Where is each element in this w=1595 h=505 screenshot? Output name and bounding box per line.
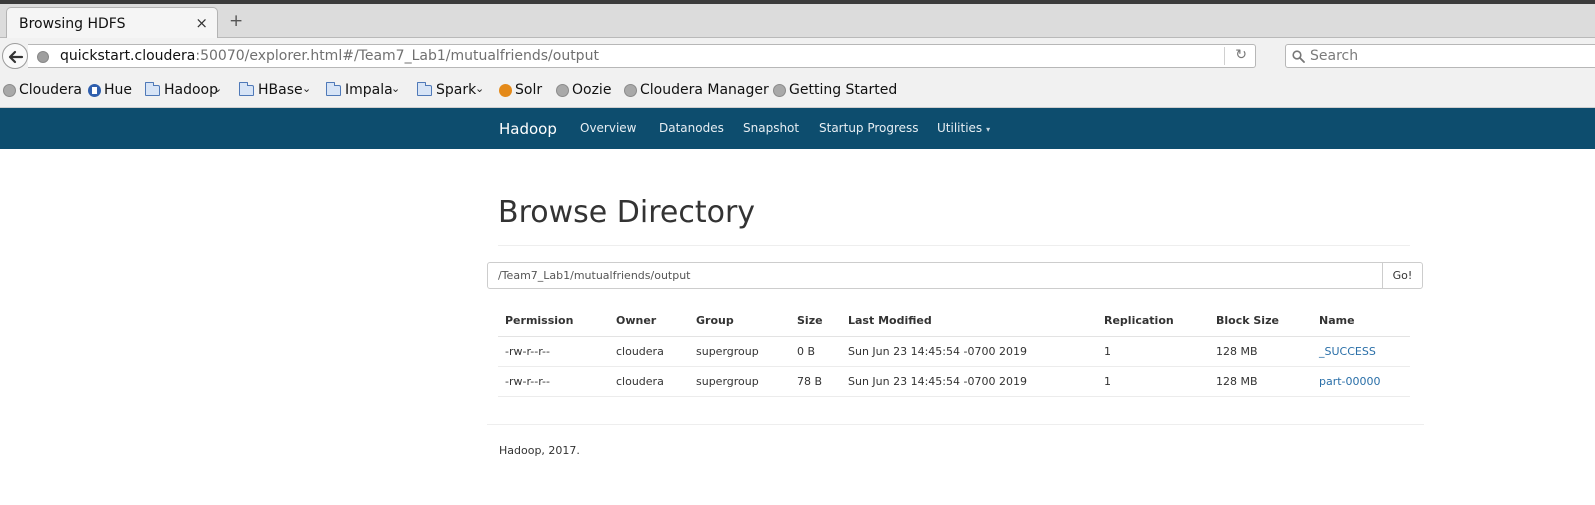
folder-icon: [239, 82, 254, 96]
url-text[interactable]: quickstart.cloudera:50070/explorer.html#…: [60, 48, 599, 64]
url-separator: [1224, 47, 1225, 65]
bookmark-folder-impala[interactable]: Impala ⌄: [326, 82, 404, 100]
bookmark-folder-hbase[interactable]: HBase ⌄: [239, 82, 315, 100]
bookmark-cloudera[interactable]: Cloudera: [3, 82, 82, 100]
footer-text: Hadoop, 2017.: [499, 444, 580, 457]
column-header-size[interactable]: Size: [790, 306, 841, 337]
cell-replication: 1: [1097, 366, 1209, 397]
file-link-part-00000[interactable]: part-00000: [1319, 375, 1381, 388]
cell-size: 0 B: [790, 336, 841, 367]
go-button[interactable]: Go!: [1382, 262, 1423, 289]
bookmark-getting-started[interactable]: Getting Started: [773, 82, 897, 100]
page-title: Browse Directory: [498, 195, 756, 230]
caret-down-icon: ▾: [986, 125, 991, 134]
bookmark-oozie[interactable]: Oozie: [556, 82, 616, 100]
back-button[interactable]: [2, 43, 28, 69]
chevron-down-icon: ⌄: [302, 82, 312, 95]
bookmark-label: Cloudera Manager: [640, 82, 769, 98]
directory-path-input[interactable]: [487, 262, 1383, 289]
cell-owner: cloudera: [609, 336, 689, 367]
new-tab-icon[interactable]: +: [229, 12, 243, 30]
globe-icon: [556, 84, 569, 97]
table-row: -rw-r--r-- cloudera supergroup 0 B Sun J…: [498, 336, 1410, 367]
search-input[interactable]: [1310, 47, 1590, 65]
cell-group: supergroup: [689, 366, 790, 397]
chevron-down-icon: ⌄: [213, 82, 223, 95]
cell-group: supergroup: [689, 336, 790, 367]
bookmark-label: Cloudera: [19, 82, 82, 98]
bookmark-cloudera-manager[interactable]: Cloudera Manager: [624, 82, 769, 100]
bookmark-label: Spark: [436, 82, 477, 98]
nav-snapshot[interactable]: Snapshot: [743, 121, 799, 135]
file-link-success[interactable]: _SUCCESS: [1319, 345, 1376, 358]
search-box[interactable]: [1285, 44, 1595, 68]
nav-overview[interactable]: Overview: [580, 121, 637, 135]
reload-icon[interactable]: ↻: [1235, 47, 1247, 63]
cell-block-size: 128 MB: [1209, 366, 1312, 397]
site-identity-icon[interactable]: [37, 51, 49, 63]
globe-icon: [3, 84, 16, 97]
table-header-row: Permission Owner Group Size Last Modifie…: [498, 306, 1410, 337]
nav-datanodes[interactable]: Datanodes: [659, 121, 724, 135]
bookmark-label: Getting Started: [789, 82, 898, 98]
folder-icon: [145, 82, 160, 96]
nav-utilities-dropdown[interactable]: Utilities ▾: [937, 121, 990, 135]
column-header-name[interactable]: Name: [1312, 306, 1410, 337]
cell-replication: 1: [1097, 336, 1209, 367]
close-tab-icon[interactable]: ×: [195, 14, 208, 32]
column-header-group[interactable]: Group: [689, 306, 790, 337]
title-divider: [498, 245, 1410, 246]
cell-owner: cloudera: [609, 366, 689, 397]
bookmark-label: Solr: [515, 82, 543, 98]
globe-icon: [624, 84, 637, 97]
chevron-down-icon: ⌄: [391, 82, 401, 95]
bookmark-label: Oozie: [572, 82, 612, 98]
column-header-block-size[interactable]: Block Size: [1209, 306, 1312, 337]
bookmark-folder-hadoop[interactable]: Hadoop ⌄: [145, 82, 227, 100]
bookmark-folder-spark[interactable]: Spark ⌄: [417, 82, 487, 100]
bookmarks-toolbar: Cloudera Hue Hadoop ⌄ HBase ⌄ Impala ⌄ S…: [0, 74, 1595, 108]
navigation-toolbar: quickstart.cloudera:50070/explorer.html#…: [0, 38, 1595, 74]
url-path: :50070/explorer.html#/Team7_Lab1/mutualf…: [195, 48, 599, 64]
cell-last-modified: Sun Jun 23 14:45:54 -0700 2019: [841, 336, 1097, 367]
cell-name: part-00000: [1312, 366, 1410, 397]
nav-startup-progress[interactable]: Startup Progress: [819, 121, 919, 135]
bookmark-label: HBase: [258, 82, 303, 98]
cell-permission: -rw-r--r--: [498, 336, 609, 367]
navbar-brand[interactable]: Hadoop: [499, 120, 557, 138]
table-row: -rw-r--r-- cloudera supergroup 78 B Sun …: [498, 366, 1410, 397]
bookmark-label: Hadoop: [164, 82, 219, 98]
column-header-permission[interactable]: Permission: [498, 306, 609, 337]
browser-tab[interactable]: Browsing HDFS ×: [6, 7, 218, 39]
chevron-down-icon: ⌄: [475, 82, 485, 95]
bookmark-hue[interactable]: Hue: [88, 82, 136, 100]
bookmark-label: Hue: [104, 82, 133, 98]
folder-icon: [417, 82, 432, 96]
search-icon: [1292, 50, 1305, 63]
cell-last-modified: Sun Jun 23 14:45:54 -0700 2019: [841, 366, 1097, 397]
solr-icon: [499, 84, 512, 97]
hadoop-navbar: Hadoop Overview Datanodes Snapshot Start…: [0, 108, 1595, 149]
url-bar[interactable]: quickstart.cloudera:50070/explorer.html#…: [28, 44, 1256, 68]
tab-strip: Browsing HDFS × +: [0, 4, 1595, 39]
footer-divider: [487, 424, 1424, 425]
nav-utilities-label: Utilities: [937, 121, 983, 135]
bookmark-solr[interactable]: Solr: [499, 82, 547, 100]
folder-icon: [326, 82, 341, 96]
back-arrow-icon: [8, 50, 24, 64]
url-host: quickstart.cloudera: [60, 48, 196, 64]
directory-listing-table: Permission Owner Group Size Last Modifie…: [498, 306, 1410, 397]
hue-icon: [88, 84, 101, 97]
tab-title: Browsing HDFS: [19, 16, 126, 32]
column-header-replication[interactable]: Replication: [1097, 306, 1209, 337]
cell-size: 78 B: [790, 366, 841, 397]
column-header-last-modified[interactable]: Last Modified: [841, 306, 1097, 337]
cell-block-size: 128 MB: [1209, 336, 1312, 367]
cell-name: _SUCCESS: [1312, 336, 1410, 367]
cell-permission: -rw-r--r--: [498, 366, 609, 397]
bookmark-label: Impala: [345, 82, 393, 98]
globe-icon: [773, 84, 786, 97]
column-header-owner[interactable]: Owner: [609, 306, 689, 337]
